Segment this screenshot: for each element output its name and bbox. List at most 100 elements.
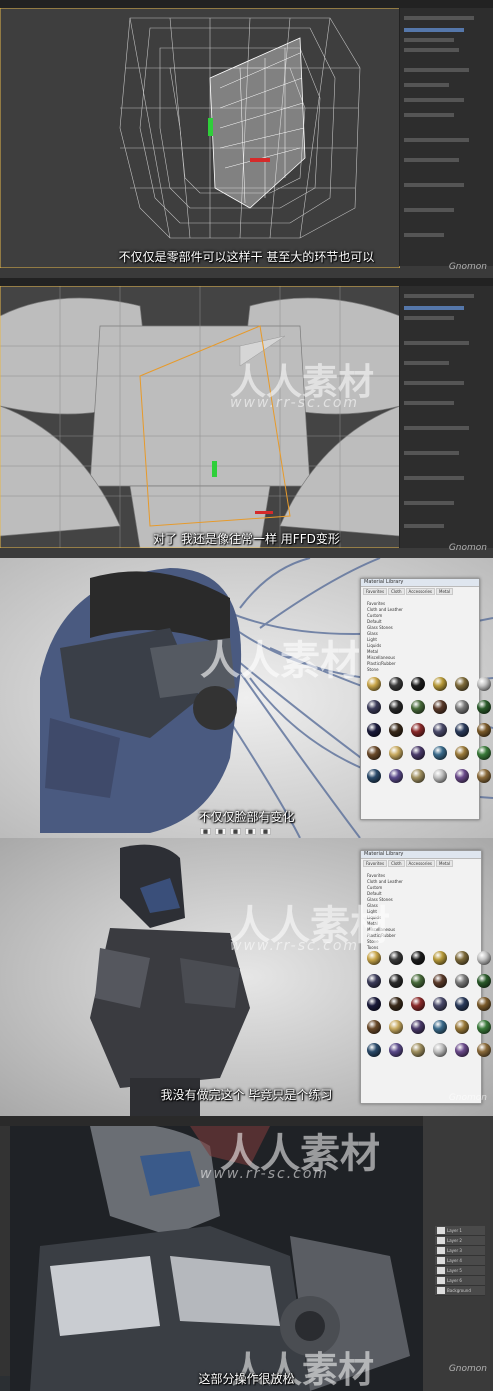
layer-row[interactable]: Layer 1	[435, 1226, 485, 1236]
material-swatch[interactable]	[477, 951, 493, 971]
tree-item[interactable]: Stone	[367, 667, 403, 673]
material-swatch[interactable]	[433, 1043, 451, 1063]
tab-metal[interactable]: Metal	[436, 588, 454, 595]
material-swatch[interactable]	[477, 769, 493, 789]
material-library-window[interactable]: Material Library Favorites Cloth Accesso…	[360, 578, 491, 820]
material-swatch[interactable]	[477, 997, 493, 1017]
command-panel[interactable]	[399, 286, 493, 548]
tab-metal[interactable]: Metal	[436, 860, 454, 867]
material-swatch[interactable]	[411, 769, 429, 789]
material-swatch-ball	[367, 700, 381, 714]
material-swatch[interactable]	[455, 1043, 473, 1063]
tab-accessories[interactable]: Accessories	[405, 860, 435, 867]
material-swatch[interactable]	[433, 1020, 451, 1040]
material-swatch[interactable]	[433, 769, 451, 789]
material-swatch[interactable]	[411, 951, 429, 971]
material-swatch[interactable]	[411, 1043, 429, 1063]
material-tree[interactable]: Favorites Cloth and Leather Custom Defau…	[367, 601, 403, 673]
material-swatch[interactable]	[455, 951, 473, 971]
material-swatch[interactable]	[477, 746, 493, 766]
material-swatch[interactable]	[389, 746, 407, 766]
material-swatch[interactable]	[389, 951, 407, 971]
material-swatch[interactable]	[455, 997, 473, 1017]
ps-toolbox[interactable]	[0, 1126, 10, 1376]
material-swatch[interactable]	[367, 997, 385, 1017]
material-swatch-grid[interactable]	[367, 951, 493, 1063]
material-swatch[interactable]	[477, 700, 493, 720]
material-swatch[interactable]	[367, 723, 385, 743]
material-swatch-ball	[411, 951, 425, 965]
layer-row[interactable]: Layer 5	[435, 1266, 485, 1276]
material-swatch[interactable]	[433, 746, 451, 766]
material-swatch[interactable]	[411, 997, 429, 1017]
layer-row[interactable]: Layer 2	[435, 1236, 485, 1246]
material-swatch-grid[interactable]	[367, 677, 493, 789]
material-swatch[interactable]	[389, 1043, 407, 1063]
tab-favorites[interactable]: Favorites	[363, 860, 388, 867]
toolbar-button[interactable]: ⬛	[200, 828, 211, 835]
material-swatch[interactable]	[455, 746, 473, 766]
toolbar-button[interactable]: ⬛	[214, 828, 226, 835]
command-panel[interactable]	[399, 8, 493, 266]
material-swatch[interactable]	[433, 700, 451, 720]
material-swatch[interactable]	[389, 769, 407, 789]
tab-favorites[interactable]: Favorites	[363, 588, 388, 595]
material-swatch[interactable]	[433, 974, 451, 994]
material-swatch[interactable]	[367, 951, 385, 971]
material-swatch[interactable]	[433, 997, 451, 1017]
tab-cloth[interactable]: Cloth	[388, 588, 405, 595]
material-swatch-ball	[477, 677, 491, 691]
material-swatch[interactable]	[455, 769, 473, 789]
material-swatch[interactable]	[411, 677, 429, 697]
material-swatch[interactable]	[455, 677, 473, 697]
material-swatch[interactable]	[433, 951, 451, 971]
material-swatch[interactable]	[367, 1043, 385, 1063]
material-swatch[interactable]	[411, 700, 429, 720]
material-swatch[interactable]	[433, 723, 451, 743]
ps-panels[interactable]: Layer 1 Layer 2 Layer 3 Layer 4 Layer 5 …	[423, 1116, 493, 1391]
material-swatch[interactable]	[411, 974, 429, 994]
material-swatch[interactable]	[455, 700, 473, 720]
layer-row[interactable]: Layer 3	[435, 1246, 485, 1256]
material-swatch[interactable]	[433, 677, 451, 697]
material-swatch[interactable]	[367, 974, 385, 994]
material-swatch[interactable]	[477, 723, 493, 743]
toolbar-button[interactable]: ⬛	[259, 828, 271, 835]
material-swatch[interactable]	[477, 1020, 493, 1040]
material-swatch[interactable]	[367, 1020, 385, 1040]
material-swatch[interactable]	[389, 723, 407, 743]
layer-row[interactable]: Layer 4	[435, 1256, 485, 1266]
viewport[interactable]	[0, 286, 400, 548]
material-library-window[interactable]: Material Library Favorites Cloth Accesso…	[360, 850, 491, 1104]
material-swatch[interactable]	[367, 677, 385, 697]
material-swatch[interactable]	[411, 746, 429, 766]
screenshot-collage: 不仅仅是零部件可以这样干 甚至大的环节也可以 Gnomon 人人素材 www.r…	[0, 0, 493, 1391]
material-swatch[interactable]	[367, 746, 385, 766]
material-tabs[interactable]: Favorites Cloth Accessories Metal	[361, 859, 481, 868]
material-tabs[interactable]: Favorites Cloth Accessories Metal	[361, 587, 479, 596]
material-swatch[interactable]	[389, 997, 407, 1017]
material-swatch[interactable]	[389, 1020, 407, 1040]
viewport[interactable]	[0, 8, 400, 268]
toolbar-button[interactable]: ⬛	[229, 828, 241, 835]
material-swatch[interactable]	[389, 677, 407, 697]
layer-row[interactable]: Background	[435, 1286, 485, 1296]
bottom-toolbar[interactable]: ⬛ ⬛ ⬛ ⬛ ⬛	[200, 828, 271, 835]
material-swatch[interactable]	[367, 769, 385, 789]
layer-row[interactable]: Layer 6	[435, 1276, 485, 1286]
material-swatch[interactable]	[455, 974, 473, 994]
material-swatch[interactable]	[411, 723, 429, 743]
material-swatch[interactable]	[477, 974, 493, 994]
material-swatch[interactable]	[455, 723, 473, 743]
toolbar-button[interactable]: ⬛	[244, 828, 256, 835]
material-swatch[interactable]	[411, 1020, 429, 1040]
tab-accessories[interactable]: Accessories	[405, 588, 435, 595]
material-swatch[interactable]	[389, 974, 407, 994]
material-swatch[interactable]	[367, 700, 385, 720]
material-swatch[interactable]	[455, 1020, 473, 1040]
material-swatch[interactable]	[389, 700, 407, 720]
material-swatch-ball	[367, 974, 381, 988]
material-swatch[interactable]	[477, 1043, 493, 1063]
tab-cloth[interactable]: Cloth	[388, 860, 405, 867]
material-swatch[interactable]	[477, 677, 493, 697]
